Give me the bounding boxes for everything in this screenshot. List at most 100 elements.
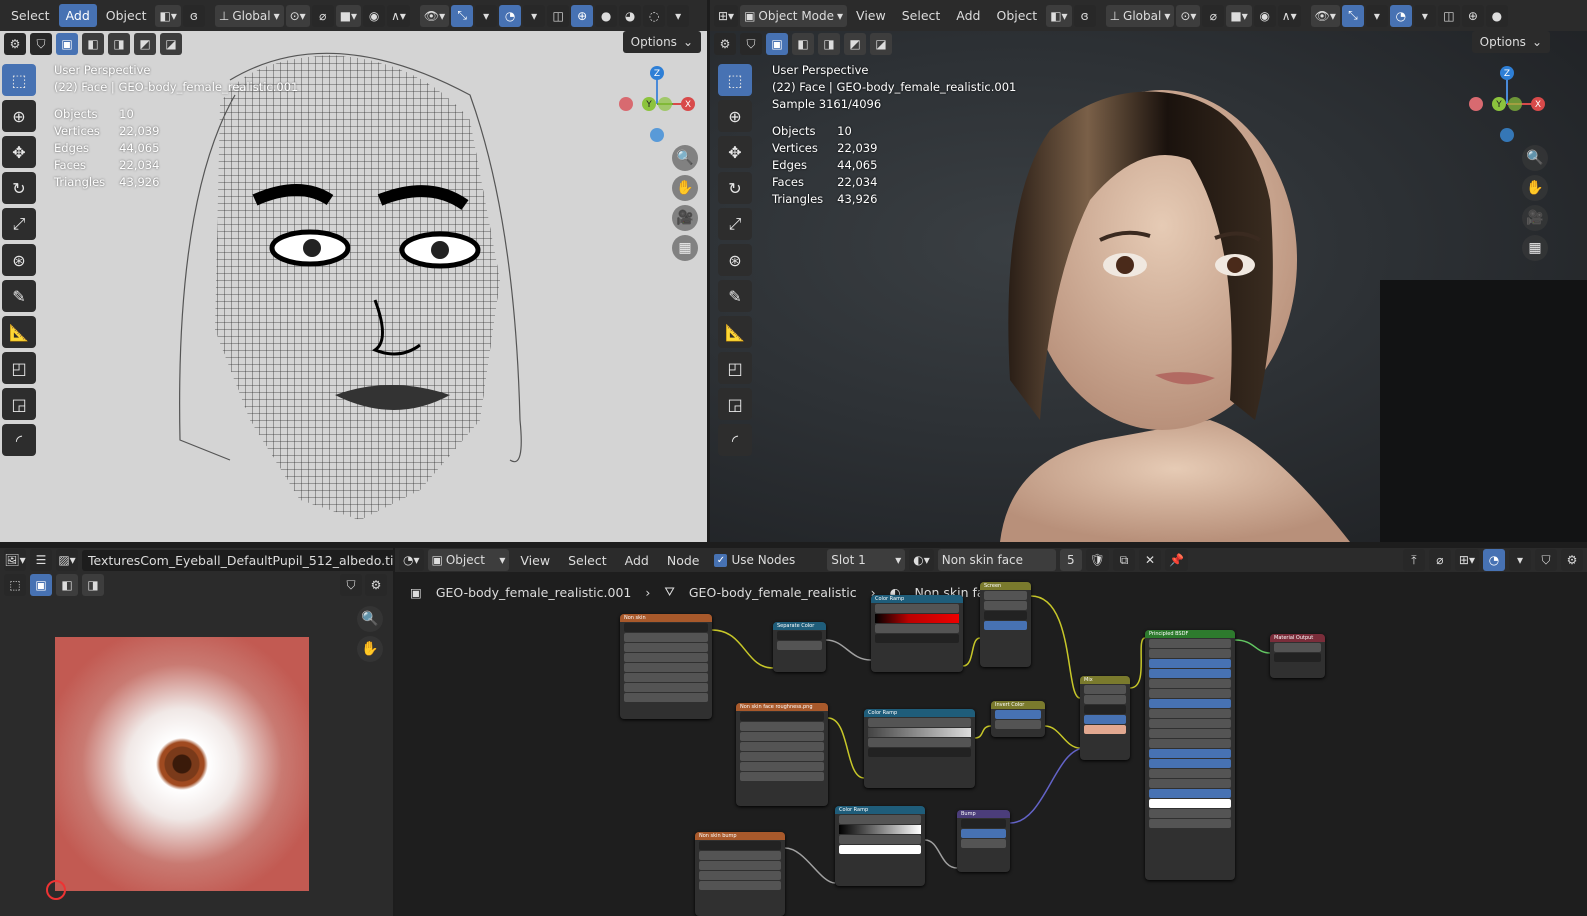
menu-select[interactable]: Select xyxy=(561,549,614,572)
shading-solid-icon[interactable]: ● xyxy=(595,4,618,27)
select-tool-icon[interactable]: ⬚ xyxy=(2,64,36,96)
snap-icon[interactable]: ⌀ xyxy=(1428,549,1451,571)
image-texture-node[interactable]: Non skin xyxy=(620,614,712,719)
breadcrumb-mesh[interactable]: GEO-body_female_realistic xyxy=(689,585,857,600)
curve-icon[interactable]: ɞ xyxy=(182,4,205,27)
proportional-edit-icon[interactable]: ◉ xyxy=(1253,4,1276,27)
transform-tool-icon[interactable]: ⊛ xyxy=(718,244,752,276)
options-dropdown[interactable]: Options ⌄ xyxy=(622,31,701,53)
overlay-dropdown-icon[interactable]: ▾ xyxy=(523,4,546,27)
image-editor[interactable]: 🖼▾ ☰ ▨▾ TexturesCom_Eyeball_DefaultPupil… xyxy=(0,548,393,916)
color-ramp-roughness-node[interactable]: Color Ramp xyxy=(864,709,975,788)
snap-target-icon[interactable]: ■▾ xyxy=(1226,4,1252,27)
navigation-gizmo[interactable]: Z X Y xyxy=(1465,62,1545,142)
invert-color-node[interactable]: Invert Color xyxy=(991,701,1045,737)
transform-tool-icon[interactable]: ⊛ xyxy=(2,244,36,276)
menu-select[interactable]: Select xyxy=(4,4,57,27)
menu-view[interactable]: View xyxy=(513,549,557,572)
select-box-mode-extend[interactable]: ◧ xyxy=(56,574,78,596)
select-box-mode-invert[interactable]: ◩ xyxy=(844,33,866,55)
snap-options-icon[interactable]: ⊞▾ xyxy=(1454,549,1479,571)
camera-icon[interactable]: 🎥 xyxy=(672,205,698,231)
add-cube-tool-icon[interactable]: ◰ xyxy=(718,352,752,384)
rendered-viewport[interactable]: ⊞▾ ▣ Object Mode ▾ View Select Add Object… xyxy=(710,0,1587,542)
object-type-icon[interactable]: ◧▾ xyxy=(155,4,181,27)
move-tool-icon[interactable]: ✥ xyxy=(2,136,36,168)
add-cube-tool-icon[interactable]: ◰ xyxy=(2,352,36,384)
snap-target-icon[interactable]: ■▾ xyxy=(335,4,362,27)
select-tool-icon[interactable]: ⬚ xyxy=(718,64,752,96)
mode-dropdown[interactable]: ▣ Object Mode ▾ xyxy=(740,4,848,27)
snap-icon[interactable]: ⌀ xyxy=(1202,4,1225,27)
cursor-tool-icon[interactable]: ⊕ xyxy=(718,100,752,132)
scale-cage-tool-icon[interactable]: ◲ xyxy=(718,388,752,420)
mix-node[interactable]: Mix xyxy=(1080,676,1130,760)
select-box-mode-new[interactable]: ▣ xyxy=(766,33,788,55)
overlay-toggle-icon[interactable]: ◔ xyxy=(1389,4,1412,27)
select-box-mode-extend[interactable]: ◧ xyxy=(82,33,104,55)
pan-hand-icon[interactable]: ✋ xyxy=(357,636,383,662)
select-box-mode-subtract[interactable]: ◨ xyxy=(82,574,104,596)
scale-tool-icon[interactable]: ⤢ xyxy=(718,208,752,240)
duplicate-icon[interactable]: ⧉ xyxy=(1113,549,1136,571)
gizmo-dropdown-icon[interactable]: ▾ xyxy=(475,4,498,27)
shading-wireframe-icon[interactable]: ⊕ xyxy=(1461,4,1484,27)
menu-add[interactable]: Add xyxy=(618,549,656,572)
overlay-toggle-icon[interactable]: ◔ xyxy=(499,4,522,27)
xray-icon[interactable]: ◫ xyxy=(547,4,570,27)
shading-dropdown-icon[interactable]: ▾ xyxy=(667,4,690,27)
select-box-mode-invert[interactable]: ◩ xyxy=(134,33,156,55)
principled-bsdf-node[interactable]: Principled BSDF xyxy=(1145,630,1235,880)
transform-orientation-dropdown[interactable]: ⊥ Global ▾ xyxy=(214,4,284,27)
parent-node-icon[interactable]: ⤒ xyxy=(1402,549,1425,571)
rotate-tool-icon[interactable]: ↻ xyxy=(2,172,36,204)
transform-orientation-dropdown[interactable]: ⊥ Global ▾ xyxy=(1105,4,1175,27)
shading-wireframe-icon[interactable]: ⊕ xyxy=(571,4,594,27)
editor-type-icon[interactable]: ⊞▾ xyxy=(714,4,739,27)
menu-add[interactable]: Add xyxy=(58,4,97,27)
pin-icon[interactable]: 📌 xyxy=(1165,549,1188,571)
zoom-icon[interactable]: 🔍 xyxy=(1522,145,1548,171)
shear-tool-icon[interactable]: ◜ xyxy=(718,424,752,456)
select-box-mode-subtract[interactable]: ◨ xyxy=(108,33,130,55)
annotate-tool-icon[interactable]: ✎ xyxy=(2,280,36,312)
select-box-mode-extend[interactable]: ◧ xyxy=(792,33,814,55)
measure-tool-icon[interactable]: 📐 xyxy=(718,316,752,348)
gizmo-toggle-icon[interactable]: ⤡ xyxy=(1341,4,1364,27)
editor-type-icon[interactable]: 🖼▾ xyxy=(4,549,26,571)
select-box-mode-new[interactable]: ▣ xyxy=(30,574,52,596)
overlay-dropdown-icon[interactable]: ▾ xyxy=(1413,4,1436,27)
ortho-grid-icon[interactable]: ▦ xyxy=(1522,235,1548,261)
settings-icon[interactable]: ⚙ xyxy=(714,33,736,55)
shader-node-editor[interactable]: ◔▾ ▣ Object ▾ View Select Add Node ✓ Use … xyxy=(395,548,1587,916)
gizmo-dropdown-icon[interactable]: ▾ xyxy=(1365,4,1388,27)
menu-view[interactable]: View xyxy=(849,4,893,27)
filter-icon[interactable]: ⛉ xyxy=(1535,549,1557,571)
ortho-grid-icon[interactable]: ▦ xyxy=(672,235,698,261)
gizmo-toggle-icon[interactable]: ⤡ xyxy=(451,4,474,27)
user-count[interactable]: 5 xyxy=(1059,549,1082,571)
fake-user-shield-icon[interactable]: 🛡 xyxy=(1085,549,1110,571)
bump-node[interactable]: Bump xyxy=(957,810,1010,872)
falloff-icon[interactable]: ∧▾ xyxy=(1277,4,1301,27)
cursor-tool-icon[interactable]: ⊕ xyxy=(2,100,36,132)
xray-icon[interactable]: ◫ xyxy=(1437,4,1460,27)
select-box-mode-new[interactable]: ▣ xyxy=(56,33,78,55)
scale-cage-tool-icon[interactable]: ◲ xyxy=(2,388,36,420)
select-box-mode-subtract[interactable]: ◨ xyxy=(818,33,840,55)
material-name-field[interactable]: Non skin face xyxy=(937,549,1056,571)
settings-icon[interactable]: ⚙ xyxy=(365,574,387,596)
filter-icon[interactable]: ⛉ xyxy=(740,33,762,55)
shading-solid-icon[interactable]: ● xyxy=(1485,4,1508,27)
image-name-field[interactable]: TexturesCom_Eyeball_DefaultPupil_512_alb… xyxy=(82,549,393,571)
shear-tool-icon[interactable]: ◜ xyxy=(2,424,36,456)
bump-texture-node[interactable]: Non skin bump xyxy=(695,832,785,916)
zoom-icon[interactable]: 🔍 xyxy=(357,606,383,632)
color-ramp-node[interactable]: Color Ramp xyxy=(871,595,963,672)
screen-mix-node[interactable]: Screen xyxy=(980,582,1031,667)
pivot-point-icon[interactable]: ⊙▾ xyxy=(285,4,310,27)
overlay-toggle-icon[interactable]: ◔ xyxy=(1483,549,1505,571)
visibility-icon[interactable]: 👁▾ xyxy=(419,4,450,27)
navigation-gizmo[interactable]: Z X Y xyxy=(615,62,695,142)
shading-rendered-icon[interactable]: ◌ xyxy=(643,4,666,27)
